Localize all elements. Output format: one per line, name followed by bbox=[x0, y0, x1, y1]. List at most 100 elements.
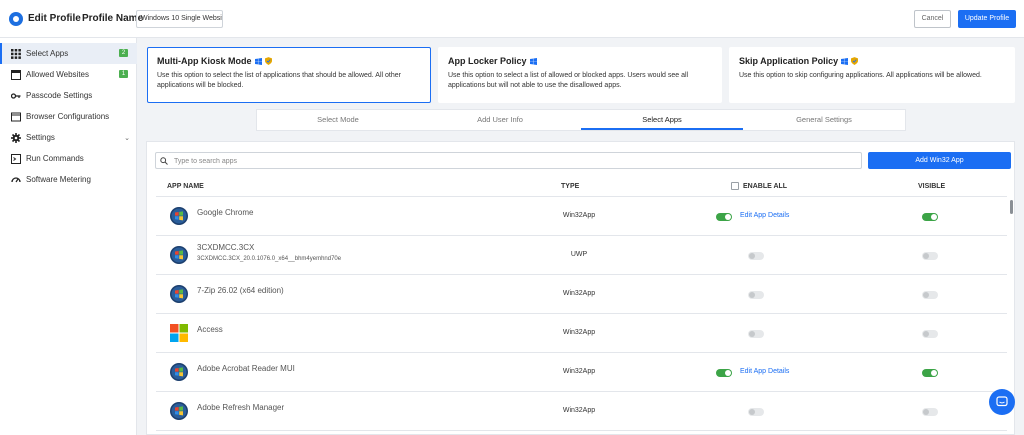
app-name: Google Chrome bbox=[197, 208, 254, 217]
wizard-steps: Select Mode Add User Info Select Apps Ge… bbox=[256, 109, 906, 131]
sidebar-item-label: Browser Configurations bbox=[26, 112, 110, 121]
mode-card-app-locker[interactable]: App Locker Policy Use this option to sel… bbox=[438, 47, 722, 103]
sidebar-item-label: Software Metering bbox=[26, 175, 91, 184]
sidebar-item-label: Passcode Settings bbox=[26, 91, 93, 100]
app-type: UWP bbox=[570, 251, 588, 258]
chat-support-button[interactable] bbox=[989, 389, 1015, 415]
search-box bbox=[155, 152, 862, 169]
windows-app-icon bbox=[170, 285, 188, 303]
enable-toggle[interactable] bbox=[748, 291, 764, 299]
column-header-visible: VISIBLE bbox=[918, 183, 946, 190]
visible-toggle[interactable] bbox=[922, 330, 938, 338]
mode-description: Use this option to select a list of allo… bbox=[448, 72, 689, 89]
sidebar-item-browser-configurations[interactable]: Browser Configurations bbox=[0, 106, 137, 127]
sidebar-item-software-metering[interactable]: Software Metering bbox=[0, 169, 137, 190]
enable-all-checkbox[interactable] bbox=[731, 182, 739, 190]
edit-app-details-link[interactable]: Edit App Details bbox=[740, 368, 789, 375]
app-name: 7-Zip 26.02 (x64 edition) bbox=[197, 286, 284, 295]
sidebar-item-settings[interactable]: Settings ⌄ bbox=[0, 127, 137, 148]
app-type: Win32App bbox=[562, 329, 596, 336]
enable-toggle[interactable] bbox=[716, 213, 732, 221]
app-name: 3CXDMCC.3CX bbox=[197, 243, 255, 252]
mode-title: Skip Application Policy bbox=[739, 56, 839, 66]
app-package-id: 3CXDMCC.3CX_20.0.1076.0_x64__bhm4yemhnd7… bbox=[197, 256, 342, 262]
grid-icon bbox=[11, 48, 21, 59]
table-row: Adobe Refresh Manager Win32App bbox=[156, 392, 1007, 431]
sidebar-item-passcode-settings[interactable]: Passcode Settings bbox=[0, 85, 137, 106]
enable-toggle[interactable] bbox=[748, 252, 764, 260]
table-row: Adobe Acrobat Reader MUI Win32App Edit A… bbox=[156, 353, 1007, 392]
chat-icon bbox=[996, 396, 1008, 407]
sidebar: Select Apps 2 Allowed Websites 1 Passcod… bbox=[0, 38, 137, 435]
column-header-type: TYPE bbox=[561, 183, 580, 190]
browser-window-icon bbox=[11, 69, 21, 80]
windows-icon bbox=[254, 57, 262, 65]
mode-title: App Locker Policy bbox=[448, 56, 527, 66]
chevron-down-icon: ⌄ bbox=[124, 135, 130, 142]
microsoft-logo-icon bbox=[170, 324, 188, 342]
browser-config-icon bbox=[11, 112, 21, 122]
app-type: Win32App bbox=[562, 212, 596, 219]
shield-icon bbox=[851, 57, 859, 65]
visible-toggle[interactable] bbox=[922, 213, 938, 221]
table-row: Google Chrome Win32App Edit App Details bbox=[156, 197, 1007, 236]
search-icon bbox=[160, 157, 168, 165]
windows-app-icon bbox=[170, 246, 188, 264]
step-select-apps[interactable]: Select Apps bbox=[581, 110, 743, 130]
mode-card-multi-app-kiosk[interactable]: Multi-App Kiosk Mode Use this option to … bbox=[147, 47, 431, 103]
table-row: 3CXDMCC.3CX 3CXDMCC.3CX_20.0.1076.0_x64_… bbox=[156, 236, 1007, 275]
mode-description: Use this option to skip configuring appl… bbox=[739, 72, 982, 79]
sidebar-item-label: Settings bbox=[26, 133, 55, 142]
gauge-icon bbox=[11, 175, 21, 185]
table-scrollbar[interactable] bbox=[1010, 200, 1013, 214]
mode-card-skip-application[interactable]: Skip Application Policy Use this option … bbox=[729, 47, 1015, 103]
app-type: Win32App bbox=[562, 407, 596, 414]
sidebar-item-run-commands[interactable]: Run Commands bbox=[0, 148, 137, 169]
add-win32-app-button[interactable]: Add Win32 App bbox=[868, 152, 1011, 169]
app-type: Win32App bbox=[562, 290, 596, 297]
profile-name-label: Profile Name bbox=[82, 13, 144, 24]
app-logo-icon bbox=[9, 12, 23, 26]
windows-app-icon bbox=[170, 207, 188, 225]
table-header: APP NAME TYPE ENABLE ALL VISIBLE bbox=[156, 176, 1007, 197]
profile-name-input[interactable]: Windows 10 Single Website bbox=[136, 10, 223, 28]
count-badge: 1 bbox=[119, 70, 128, 78]
app-table-rows: Google Chrome Win32App Edit App Details … bbox=[156, 197, 1007, 435]
sidebar-item-label: Run Commands bbox=[26, 154, 84, 163]
windows-icon bbox=[841, 57, 849, 65]
step-add-user-info[interactable]: Add User Info bbox=[419, 110, 581, 130]
search-input[interactable] bbox=[174, 155, 854, 167]
sidebar-item-label: Select Apps bbox=[26, 49, 69, 58]
app-name: Access bbox=[197, 325, 223, 334]
sidebar-item-select-apps[interactable]: Select Apps 2 bbox=[0, 43, 137, 64]
mode-title: Multi-App Kiosk Mode bbox=[157, 56, 252, 66]
windows-app-icon bbox=[170, 402, 188, 420]
enable-toggle[interactable] bbox=[748, 330, 764, 338]
column-header-enable-all: ENABLE ALL bbox=[743, 182, 788, 190]
key-icon bbox=[11, 91, 21, 101]
table-row: 7-Zip 26.02 (x64 edition) Win32App bbox=[156, 275, 1007, 314]
app-name: Adobe Acrobat Reader MUI bbox=[197, 364, 295, 373]
enable-toggle[interactable] bbox=[716, 369, 732, 377]
enable-toggle[interactable] bbox=[748, 408, 764, 416]
gear-icon bbox=[11, 132, 21, 143]
visible-toggle[interactable] bbox=[922, 291, 938, 299]
mode-description: Use this option to select the list of ap… bbox=[157, 72, 401, 89]
sidebar-item-allowed-websites[interactable]: Allowed Websites 1 bbox=[0, 64, 137, 85]
cancel-button[interactable]: Cancel bbox=[914, 10, 951, 28]
update-profile-button[interactable]: Update Profile bbox=[958, 10, 1016, 28]
visible-toggle[interactable] bbox=[922, 252, 938, 260]
shield-icon bbox=[264, 57, 272, 65]
column-header-app-name: APP NAME bbox=[167, 183, 204, 190]
windows-app-icon bbox=[170, 363, 188, 381]
terminal-icon bbox=[11, 153, 21, 164]
step-general-settings[interactable]: General Settings bbox=[743, 110, 905, 130]
sidebar-item-label: Allowed Websites bbox=[26, 70, 89, 79]
main-content: Multi-App Kiosk Mode Use this option to … bbox=[137, 38, 1024, 435]
step-select-mode[interactable]: Select Mode bbox=[257, 110, 419, 130]
windows-icon bbox=[529, 57, 537, 65]
visible-toggle[interactable] bbox=[922, 408, 938, 416]
edit-app-details-link[interactable]: Edit App Details bbox=[740, 212, 789, 219]
top-header: Edit Profile Profile Name Windows 10 Sin… bbox=[0, 0, 1024, 38]
visible-toggle[interactable] bbox=[922, 369, 938, 377]
